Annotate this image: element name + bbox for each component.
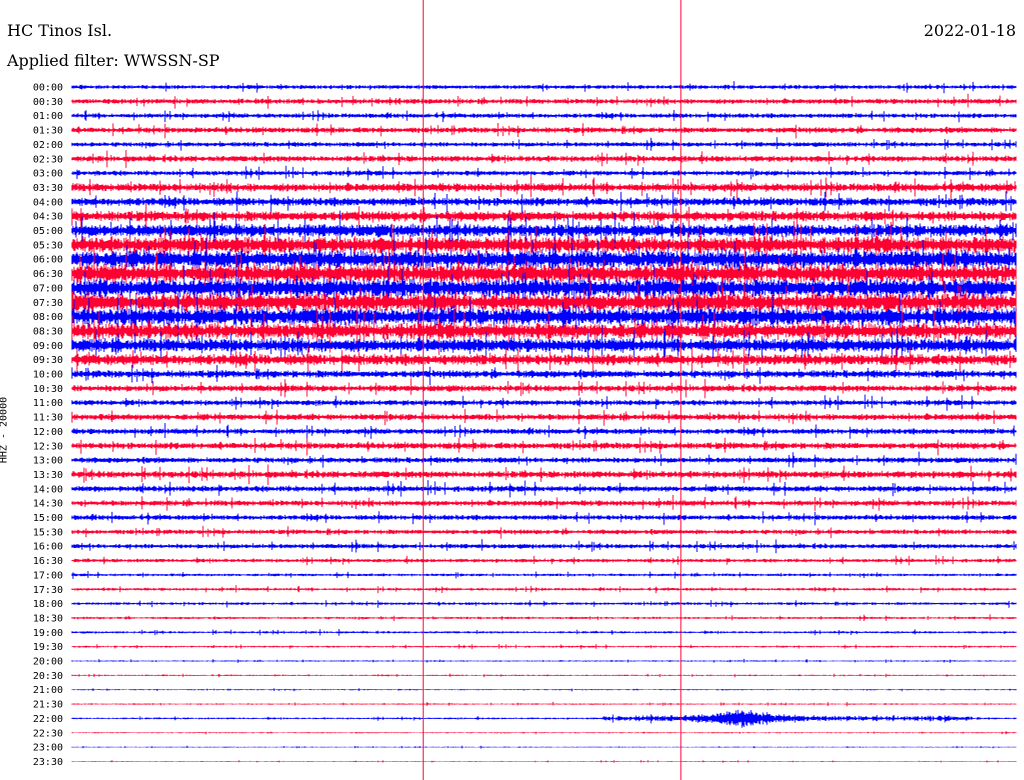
row-label: 13:30 bbox=[33, 470, 63, 481]
row-label: 11:30 bbox=[33, 413, 63, 424]
traces-group bbox=[71, 81, 1017, 763]
trace-row-2200 bbox=[71, 709, 1017, 728]
trace-row-2130 bbox=[71, 701, 1017, 707]
trace-row-1600 bbox=[71, 539, 1017, 554]
row-label: 16:00 bbox=[33, 542, 63, 553]
row-label: 06:30 bbox=[33, 269, 63, 280]
trace-row-0200 bbox=[71, 137, 1017, 151]
row-label: 19:00 bbox=[33, 628, 63, 639]
row-label: 08:30 bbox=[33, 326, 63, 337]
trace-row-1800 bbox=[71, 600, 1017, 608]
trace-row-1900 bbox=[71, 629, 1017, 636]
trace-row-2000 bbox=[71, 658, 1017, 663]
trace-row-1930 bbox=[71, 644, 1017, 650]
trace-row-0230 bbox=[71, 150, 1017, 168]
trace-row-0330 bbox=[71, 175, 1017, 199]
trace-row-0030 bbox=[71, 93, 1017, 109]
row-label: 23:00 bbox=[33, 743, 63, 754]
row-label: 21:00 bbox=[33, 685, 63, 696]
row-label: 10:30 bbox=[33, 384, 63, 395]
trace-row-1330 bbox=[71, 464, 1017, 485]
row-label: 01:30 bbox=[33, 126, 63, 137]
trace-row-1730 bbox=[71, 585, 1017, 594]
row-label: 16:30 bbox=[33, 556, 63, 567]
row-label: 05:30 bbox=[33, 240, 63, 251]
row-label: 20:00 bbox=[33, 657, 63, 668]
row-label: 21:30 bbox=[33, 700, 63, 711]
row-label: 20:30 bbox=[33, 671, 63, 682]
row-label: 12:30 bbox=[33, 441, 63, 452]
trace-row-2230 bbox=[71, 731, 1017, 735]
row-label: 02:00 bbox=[33, 140, 63, 151]
row-label: 03:30 bbox=[33, 183, 63, 194]
trace-row-1400 bbox=[71, 480, 1017, 498]
trace-row-1430 bbox=[71, 494, 1017, 511]
row-label: 13:00 bbox=[33, 456, 63, 467]
trace-row-1830 bbox=[71, 614, 1017, 622]
trace-row-2330 bbox=[71, 760, 1017, 763]
row-label: 18:30 bbox=[33, 613, 63, 624]
trace-row-1130 bbox=[71, 409, 1017, 426]
trace-row-0100 bbox=[71, 110, 1017, 123]
row-label: 07:30 bbox=[33, 298, 63, 309]
row-label: 14:30 bbox=[33, 499, 63, 510]
row-label: 17:00 bbox=[33, 570, 63, 581]
row-label: 04:00 bbox=[33, 197, 63, 208]
row-label: 07:00 bbox=[33, 283, 63, 294]
trace-row-0300 bbox=[71, 165, 1017, 181]
row-label: 03:00 bbox=[33, 169, 63, 180]
trace-row-1500 bbox=[71, 511, 1017, 526]
row-label: 05:00 bbox=[33, 226, 63, 237]
trace-row-1030 bbox=[71, 378, 1017, 399]
trace-row-1000 bbox=[71, 364, 1017, 386]
row-label: 00:30 bbox=[33, 97, 63, 108]
trace-row-1530 bbox=[71, 525, 1017, 539]
row-label: 09:30 bbox=[33, 355, 63, 366]
trace-row-1230 bbox=[71, 437, 1017, 456]
row-label: 02:30 bbox=[33, 154, 63, 165]
trace-row-2300 bbox=[71, 745, 1017, 749]
trace-row-0130 bbox=[71, 123, 1017, 139]
row-labels-group: 00:00 00:30 01:00 01:30 02:00 02:30 03:00 03:30… bbox=[33, 83, 63, 768]
row-label: 11:00 bbox=[33, 398, 63, 409]
row-label: 06:00 bbox=[33, 255, 63, 266]
row-label: 12:00 bbox=[33, 427, 63, 438]
trace-row-1200 bbox=[71, 423, 1017, 439]
row-label: 08:00 bbox=[33, 312, 63, 323]
row-label: 18:00 bbox=[33, 599, 63, 610]
row-label: 14:00 bbox=[33, 484, 63, 495]
trace-row-1630 bbox=[71, 555, 1017, 566]
row-label: 10:00 bbox=[33, 370, 63, 381]
row-label: 15:00 bbox=[33, 513, 63, 524]
row-label: 22:30 bbox=[33, 728, 63, 739]
row-label: 22:00 bbox=[33, 714, 63, 725]
row-label: 19:30 bbox=[33, 642, 63, 653]
trace-row-1300 bbox=[71, 451, 1017, 468]
row-label: 15:30 bbox=[33, 527, 63, 538]
row-label: 04:30 bbox=[33, 212, 63, 223]
row-label: 17:30 bbox=[33, 585, 63, 596]
trace-row-1700 bbox=[71, 571, 1017, 579]
row-label: 01:00 bbox=[33, 111, 63, 122]
row-label: 23:30 bbox=[33, 757, 63, 768]
trace-row-2100 bbox=[71, 688, 1017, 692]
row-label: 09:00 bbox=[33, 341, 63, 352]
row-label: 00:00 bbox=[33, 83, 63, 94]
trace-row-2030 bbox=[71, 673, 1017, 678]
trace-row-0000 bbox=[71, 81, 1017, 94]
trace-row-1100 bbox=[71, 394, 1017, 411]
helicorder-plot: 00:00 00:30 01:00 01:30 02:00 02:30 03:00 03:30… bbox=[33, 0, 1017, 780]
